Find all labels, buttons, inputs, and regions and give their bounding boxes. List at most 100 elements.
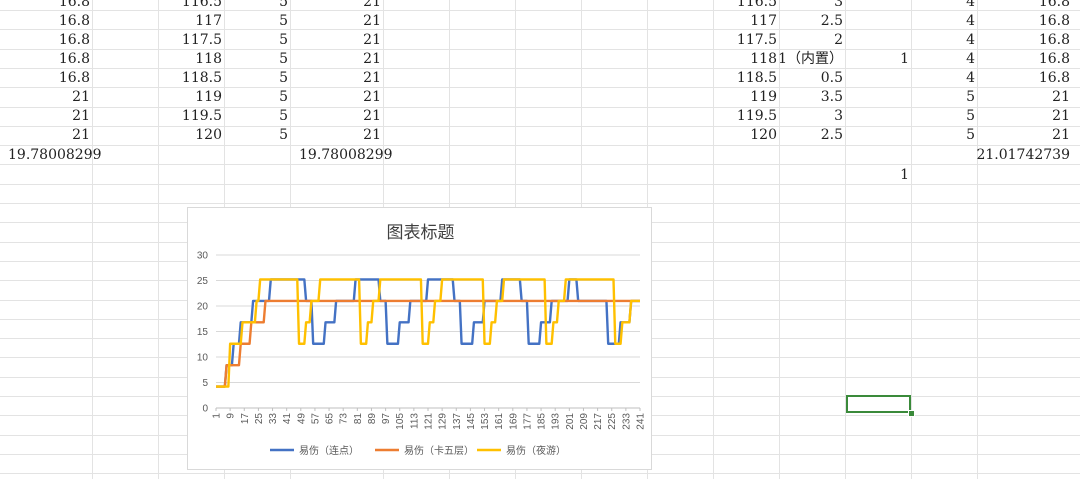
x-tick-label: 129 — [438, 413, 449, 430]
cell-d[interactable]: 21 — [363, 31, 381, 50]
cell-m[interactable]: 2 — [834, 31, 843, 50]
cell-b[interactable]: 117.5 — [182, 31, 222, 50]
x-tick-label: 145 — [466, 413, 477, 430]
cell-p[interactable]: 16.8 — [1039, 12, 1070, 31]
cell-b[interactable]: 119 — [195, 88, 222, 107]
cell-b[interactable]: 118 — [195, 50, 222, 69]
y-tick-label: 30 — [197, 251, 209, 262]
x-tick-label: 201 — [565, 413, 576, 430]
cell-d[interactable]: 21 — [363, 69, 381, 88]
cell-o[interactable]: 4 — [966, 31, 975, 50]
cell-n[interactable]: 1 — [900, 50, 909, 69]
cell-p[interactable]: 21 — [1052, 88, 1070, 107]
cell-c[interactable]: 5 — [279, 31, 288, 50]
fill-handle[interactable] — [908, 410, 915, 417]
cell-c[interactable]: 5 — [279, 12, 288, 31]
cell-a[interactable]: 16.8 — [59, 0, 90, 12]
cell-average-mid[interactable]: 19.78008299 — [299, 146, 393, 165]
cell-o[interactable]: 4 — [966, 0, 975, 12]
cell-a[interactable]: 21 — [72, 88, 90, 107]
cell-p[interactable]: 21 — [1052, 126, 1070, 145]
cell-l[interactable]: 116.5 — [737, 0, 777, 12]
cell-c[interactable]: 5 — [279, 50, 288, 69]
cell-c[interactable]: 5 — [279, 0, 288, 12]
x-tick-label: 121 — [424, 413, 435, 430]
x-tick-label: 169 — [508, 413, 519, 430]
cell-d[interactable]: 21 — [363, 126, 381, 145]
cell-m[interactable]: 3 — [834, 107, 843, 126]
cell-m[interactable]: 3 — [834, 0, 843, 12]
cell-d[interactable]: 21 — [363, 12, 381, 31]
cell-c[interactable]: 5 — [279, 69, 288, 88]
cell-o[interactable]: 5 — [966, 107, 975, 126]
cell-o[interactable]: 5 — [966, 88, 975, 107]
cell-m[interactable]: 2.5 — [821, 12, 843, 31]
y-tick-label: 25 — [197, 276, 209, 287]
cell-m[interactable]: 3.5 — [821, 88, 843, 107]
cell-p[interactable]: 16.8 — [1039, 50, 1070, 69]
cell-l[interactable]: 117.5 — [737, 31, 777, 50]
cell-l[interactable]: 117 — [750, 12, 777, 31]
cell-c[interactable]: 5 — [279, 126, 288, 145]
cell-a[interactable]: 16.8 — [59, 12, 90, 31]
cell-l[interactable]: 118 — [750, 50, 777, 69]
x-tick-label: 9 — [226, 413, 237, 419]
x-tick-label: 113 — [409, 413, 420, 429]
cell-p[interactable]: 16.8 — [1039, 69, 1070, 88]
x-tick-label: 33 — [268, 413, 279, 425]
x-tick-label: 225 — [607, 413, 618, 430]
cell-b[interactable]: 118.5 — [182, 69, 222, 88]
cell-average-left[interactable]: 19.78008299 — [8, 146, 102, 165]
x-tick-label: 209 — [579, 413, 590, 430]
cell-p[interactable]: 16.8 — [1039, 0, 1070, 12]
cell-b[interactable]: 116.5 — [182, 0, 222, 12]
cell-l[interactable]: 120 — [750, 126, 777, 145]
cell-a[interactable]: 21 — [72, 126, 90, 145]
y-tick-label: 10 — [197, 353, 209, 364]
cell-b[interactable]: 119.5 — [182, 107, 222, 126]
cell-a[interactable]: 16.8 — [59, 69, 90, 88]
x-tick-label: 177 — [522, 413, 533, 430]
cell-o[interactable]: 4 — [966, 69, 975, 88]
y-tick-label: 15 — [197, 327, 209, 338]
x-tick-label: 49 — [296, 413, 307, 425]
cell-l[interactable]: 118.5 — [737, 69, 777, 88]
line-chart[interactable]: 图表标题 0 5 10 15 20 25 30 1 9 17 25 33 41 49 57 65 73 81 89 9… — [187, 207, 652, 470]
cell-average-right[interactable]: 21.01742739 — [976, 146, 1070, 165]
cell-l[interactable]: 119 — [750, 88, 777, 107]
series-line-3 — [216, 278, 640, 388]
cell-p[interactable]: 21 — [1052, 107, 1070, 126]
cell-o[interactable]: 4 — [966, 50, 975, 69]
cell-m[interactable]: 1（内置） — [778, 50, 843, 69]
x-tick-label: 241 — [636, 413, 647, 430]
cell-m[interactable]: 0.5 — [821, 69, 843, 88]
cell-d[interactable]: 21 — [363, 107, 381, 126]
cell-o[interactable]: 4 — [966, 12, 975, 31]
cell-o[interactable]: 5 — [966, 126, 975, 145]
cell-l[interactable]: 119.5 — [737, 107, 777, 126]
x-tick-label: 73 — [339, 413, 350, 425]
cell-c[interactable]: 5 — [279, 107, 288, 126]
cell-d[interactable]: 21 — [363, 0, 381, 12]
x-tick-label: 41 — [282, 413, 293, 425]
x-tick-label: 217 — [593, 413, 604, 430]
cell-b[interactable]: 120 — [195, 126, 222, 145]
cell-a[interactable]: 21 — [72, 107, 90, 126]
x-tick-label: 137 — [452, 413, 463, 430]
x-tick-label: 153 — [480, 413, 491, 430]
y-tick-label: 5 — [202, 378, 208, 389]
x-tick-label: 97 — [381, 413, 392, 425]
x-tick-label: 105 — [395, 413, 406, 430]
selected-cell[interactable] — [846, 395, 911, 413]
x-tick-label: 89 — [367, 413, 378, 425]
cell-extra-n[interactable]: 1 — [900, 166, 909, 185]
cell-c[interactable]: 5 — [279, 88, 288, 107]
x-tick-label: 25 — [254, 413, 265, 425]
cell-a[interactable]: 16.8 — [59, 50, 90, 69]
cell-b[interactable]: 117 — [195, 12, 222, 31]
cell-m[interactable]: 2.5 — [821, 126, 843, 145]
cell-a[interactable]: 16.8 — [59, 31, 90, 50]
cell-d[interactable]: 21 — [363, 50, 381, 69]
cell-d[interactable]: 21 — [363, 88, 381, 107]
cell-p[interactable]: 16.8 — [1039, 31, 1070, 50]
